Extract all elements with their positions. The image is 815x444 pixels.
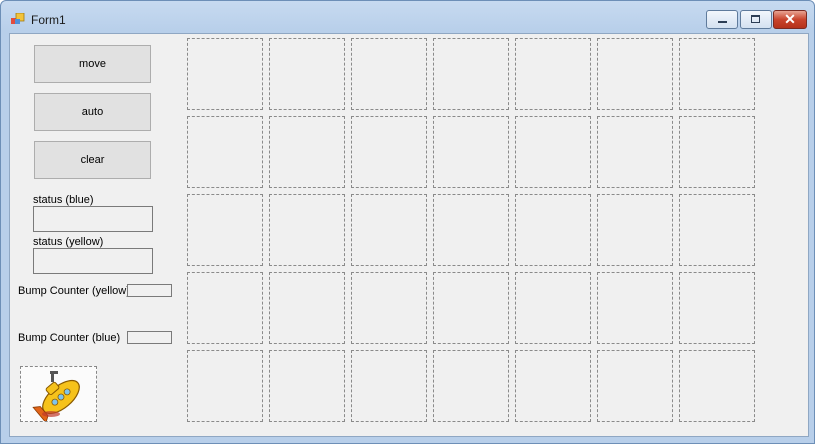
grid-cell[interactable] (679, 194, 755, 266)
minimize-icon (718, 21, 727, 23)
grid-cell[interactable] (679, 38, 755, 110)
grid-cell[interactable] (351, 350, 427, 422)
yellow-submarine-icon (32, 371, 80, 424)
grid-cell[interactable] (433, 116, 509, 188)
window-title: Form1 (31, 13, 66, 27)
status-yellow-label: status (yellow) (33, 236, 104, 248)
maximize-button[interactable] (740, 10, 772, 29)
grid-cell[interactable] (515, 272, 591, 344)
app-icon (11, 13, 25, 24)
auto-button[interactable]: auto (34, 93, 151, 131)
grid-cell[interactable] (187, 116, 263, 188)
status-blue-field[interactable] (33, 206, 153, 232)
status-yellow-field[interactable] (33, 248, 153, 274)
grid-cell[interactable] (187, 272, 263, 344)
bump-counter-yellow-field[interactable] (127, 284, 172, 297)
grid-cell[interactable] (515, 350, 591, 422)
bump-counter-blue-label: Bump Counter (blue) (18, 332, 121, 344)
title-bar[interactable]: Form1 ✕ (1, 1, 814, 33)
bump-counter-blue-field[interactable] (127, 331, 172, 344)
grid-cell[interactable] (269, 194, 345, 266)
form-client-area: move auto clear status (blue) status (ye… (9, 33, 809, 437)
move-button[interactable]: move (34, 45, 151, 83)
grid-cell[interactable] (269, 116, 345, 188)
grid-cell[interactable] (351, 38, 427, 110)
grid-cell[interactable] (679, 272, 755, 344)
grid-cell[interactable] (269, 350, 345, 422)
grid-cell[interactable] (597, 38, 673, 110)
grid-cell[interactable] (351, 272, 427, 344)
grid-cell[interactable] (433, 38, 509, 110)
grid-cell[interactable] (351, 116, 427, 188)
grid-cell[interactable] (515, 38, 591, 110)
grid-cell[interactable] (597, 272, 673, 344)
minimize-button[interactable] (706, 10, 738, 29)
grid-cell[interactable] (269, 38, 345, 110)
grid-cell[interactable] (597, 350, 673, 422)
bump-counter-yellow-label: Bump Counter (yellow) (18, 285, 130, 297)
grid-cell[interactable] (433, 194, 509, 266)
grid-cell[interactable] (679, 116, 755, 188)
app-window: Form1 ✕ move auto clear status (blue) st… (0, 0, 815, 444)
close-icon: ✕ (784, 11, 796, 27)
grid-cell[interactable] (597, 116, 673, 188)
submarine-picture-box (20, 366, 97, 424)
grid-cell[interactable] (187, 38, 263, 110)
grid-cell[interactable] (597, 194, 673, 266)
grid-cell[interactable] (269, 272, 345, 344)
grid-cell[interactable] (433, 350, 509, 422)
clear-button[interactable]: clear (34, 141, 151, 179)
grid-cell[interactable] (515, 116, 591, 188)
grid-cell[interactable] (187, 350, 263, 422)
grid-cell[interactable] (351, 194, 427, 266)
close-button[interactable]: ✕ (773, 10, 807, 29)
status-blue-label: status (blue) (33, 194, 94, 206)
grid-cell[interactable] (433, 272, 509, 344)
grid-cell[interactable] (187, 194, 263, 266)
maximize-icon (751, 15, 760, 23)
grid-cell[interactable] (679, 350, 755, 422)
grid-cell[interactable] (515, 194, 591, 266)
